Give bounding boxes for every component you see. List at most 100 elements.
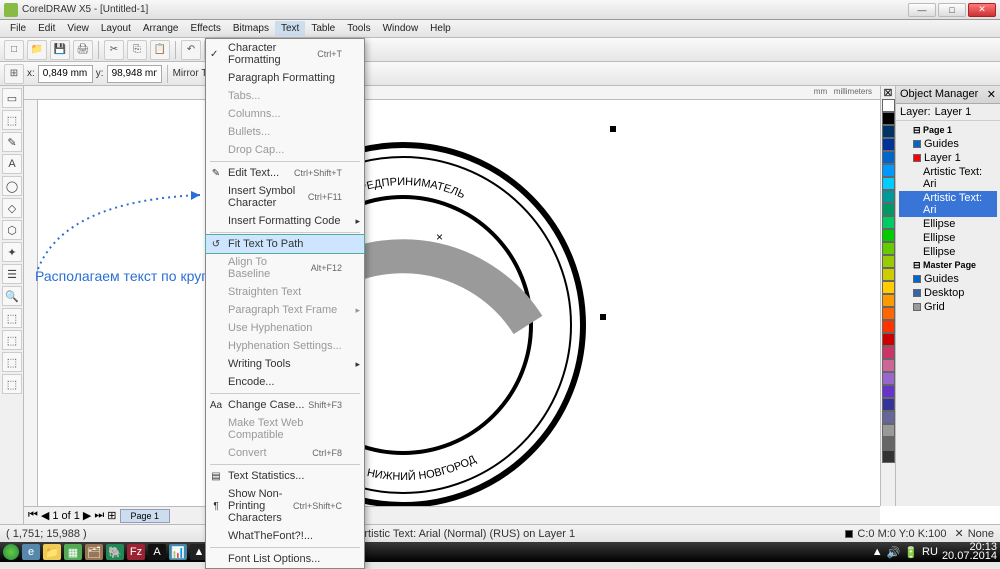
menu-text[interactable]: Text <box>275 21 305 36</box>
color-swatch[interactable] <box>882 164 895 177</box>
add-page[interactable]: ⊞ <box>107 509 116 522</box>
tool-1[interactable]: ⬚ <box>2 110 22 130</box>
color-swatch[interactable] <box>882 177 895 190</box>
menu-item[interactable]: Insert Formatting Code▸ <box>206 212 364 230</box>
paste-button[interactable]: 📋 <box>150 40 170 60</box>
menu-bitmaps[interactable]: Bitmaps <box>227 21 275 36</box>
color-swatch[interactable] <box>882 294 895 307</box>
tree-item[interactable]: Artistic Text: Ari <box>899 191 997 217</box>
color-swatch[interactable] <box>882 437 895 450</box>
color-swatch[interactable] <box>882 333 895 346</box>
menu-item[interactable]: Paragraph Formatting <box>206 69 364 87</box>
menu-item[interactable]: Change Case...Shift+F3Aa <box>206 396 364 414</box>
menu-item[interactable]: Show Non-Printing CharactersCtrl+Shift+C… <box>206 485 364 527</box>
color-swatch[interactable] <box>882 203 895 216</box>
menu-file[interactable]: File <box>4 21 32 36</box>
color-swatch[interactable] <box>882 112 895 125</box>
undo-button[interactable]: ↶ <box>181 40 201 60</box>
tool-5[interactable]: ◇ <box>2 198 22 218</box>
menu-item[interactable]: WhatTheFont?!... <box>206 527 364 545</box>
color-swatch[interactable] <box>882 320 895 333</box>
taskbar-app[interactable]: ▦ <box>64 544 82 560</box>
nav-first[interactable]: ⏮ <box>28 509 38 522</box>
tool-6[interactable]: ⬡ <box>2 220 22 240</box>
selection-handle[interactable] <box>600 314 606 320</box>
tree-item[interactable]: Ellipse <box>899 245 997 259</box>
menu-help[interactable]: Help <box>424 21 457 36</box>
tool-10[interactable]: ⬚ <box>2 308 22 328</box>
tool-7[interactable]: ✦ <box>2 242 22 262</box>
minimize-button[interactable]: — <box>908 3 936 17</box>
color-swatch[interactable] <box>882 125 895 138</box>
color-swatch[interactable] <box>882 138 895 151</box>
taskbar-app[interactable]: A <box>148 544 166 560</box>
color-swatch[interactable] <box>882 372 895 385</box>
taskbar-app[interactable]: 📊 <box>169 544 187 560</box>
system-tray[interactable]: ▲🔊🔋 RU 20:1320.07.2014 <box>872 543 997 561</box>
tree-item[interactable]: Ellipse <box>899 231 997 245</box>
nav-prev[interactable]: ◀ <box>41 509 49 522</box>
tree-item[interactable]: Guides <box>899 272 997 286</box>
color-swatch[interactable] <box>882 268 895 281</box>
menu-item[interactable]: Font List Options... <box>206 550 364 568</box>
tree-item[interactable]: Guides <box>899 137 997 151</box>
color-swatch[interactable] <box>882 190 895 203</box>
tool-8[interactable]: ☰ <box>2 264 22 284</box>
taskbar-app[interactable]: 🐘 <box>106 544 124 560</box>
tool-9[interactable]: 🔍 <box>2 286 22 306</box>
close-button[interactable]: ✕ <box>968 3 996 17</box>
taskbar-app[interactable]: 🗂 <box>85 544 103 560</box>
color-swatch[interactable] <box>882 450 895 463</box>
color-swatch[interactable] <box>882 307 895 320</box>
tool-4[interactable]: ◯ <box>2 176 22 196</box>
new-button[interactable]: □ <box>4 40 24 60</box>
color-swatch[interactable] <box>882 151 895 164</box>
tool-3[interactable]: A <box>2 154 22 174</box>
menu-view[interactable]: View <box>61 21 95 36</box>
tree-item[interactable]: Grid <box>899 300 997 314</box>
color-swatch[interactable] <box>882 411 895 424</box>
tree-item[interactable]: Layer 1 <box>899 151 997 165</box>
menu-item[interactable]: Text Statistics...▤ <box>206 467 364 485</box>
menu-item[interactable]: Writing Tools▸ <box>206 355 364 373</box>
menu-item[interactable]: Edit Text...Ctrl+Shift+T✎ <box>206 164 364 182</box>
tool-13[interactable]: ⬚ <box>2 374 22 394</box>
selection-handle[interactable] <box>610 126 616 132</box>
color-swatch[interactable] <box>882 385 895 398</box>
taskbar-app[interactable]: 📁 <box>43 544 61 560</box>
taskbar-app[interactable]: Fz <box>127 544 145 560</box>
x-input[interactable] <box>38 65 93 83</box>
y-input[interactable] <box>107 65 162 83</box>
color-swatch[interactable] <box>882 216 895 229</box>
nav-last[interactable]: ⏭ <box>94 509 104 522</box>
menu-item[interactable]: Encode... <box>206 373 364 391</box>
color-swatch[interactable] <box>882 242 895 255</box>
tree-item[interactable]: Desktop <box>899 286 997 300</box>
save-button[interactable]: 💾 <box>50 40 70 60</box>
menu-edit[interactable]: Edit <box>32 21 61 36</box>
menu-item[interactable]: Insert Symbol CharacterCtrl+F11 <box>206 182 364 212</box>
menu-layout[interactable]: Layout <box>95 21 137 36</box>
color-swatch[interactable] <box>882 255 895 268</box>
menu-effects[interactable]: Effects <box>184 21 226 36</box>
presets-button[interactable]: ⊞ <box>4 64 24 84</box>
menu-arrange[interactable]: Arrange <box>137 21 185 36</box>
color-swatch[interactable] <box>882 424 895 437</box>
open-button[interactable]: 📁 <box>27 40 47 60</box>
color-swatch[interactable] <box>882 99 895 112</box>
tool-0[interactable]: ▭ <box>2 88 22 108</box>
tool-2[interactable]: ✎ <box>2 132 22 152</box>
nav-next[interactable]: ▶ <box>83 509 91 522</box>
tree-item[interactable]: Ellipse <box>899 217 997 231</box>
panel-close-icon[interactable]: ✕ <box>987 88 996 101</box>
color-swatch[interactable] <box>882 359 895 372</box>
tool-12[interactable]: ⬚ <box>2 352 22 372</box>
color-swatch[interactable] <box>882 346 895 359</box>
cut-button[interactable]: ✂ <box>104 40 124 60</box>
menu-tools[interactable]: Tools <box>341 21 376 36</box>
canvas[interactable]: Й ПРЕДПРИНИМАТЕЛЬ ГОРОД НИЖНИЙ НОВГОРОД … <box>38 100 880 506</box>
tool-11[interactable]: ⬚ <box>2 330 22 350</box>
color-swatch[interactable] <box>882 281 895 294</box>
menu-item[interactable]: Character FormattingCtrl+T✓ <box>206 39 364 69</box>
menu-table[interactable]: Table <box>305 21 341 36</box>
